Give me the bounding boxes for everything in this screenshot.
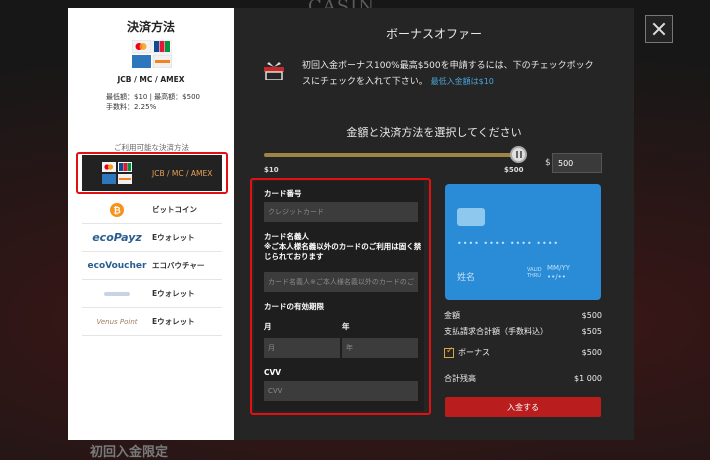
- card-preview: •••• •••• •••• •••• 姓名 VALID THRU MM/YY …: [445, 184, 601, 300]
- deposit-fee: 手数料：2.25%: [106, 103, 157, 111]
- minimum-deposit-note: 最低入金額は$10: [430, 77, 494, 86]
- ecopayz-logo-icon: ecoPayz: [92, 231, 142, 244]
- summary-amount-label: 金額: [444, 311, 460, 320]
- selected-method-name: JCB / MC / AMEX: [117, 75, 185, 84]
- method-label: Eウォレット: [152, 317, 195, 326]
- expiry-format: MM/YY: [547, 264, 570, 272]
- method-row-ecovoucher[interactable]: ecoVoucher エコバウチャー: [82, 252, 222, 280]
- amount-slider[interactable]: [264, 153, 520, 157]
- method-label: ビットコイン: [152, 205, 197, 214]
- deposit-button[interactable]: 入金する: [445, 397, 601, 417]
- expiry-mask: ••/••: [547, 273, 566, 281]
- method-label: Eウォレット: [152, 233, 195, 242]
- expiry-preview: MM/YY ••/••: [547, 264, 570, 282]
- summary-bonus-value: $500: [581, 348, 602, 357]
- summary-balance-value: $1 000: [574, 374, 602, 383]
- currency-symbol: $: [545, 158, 551, 168]
- method-label: Eウォレット: [152, 289, 195, 298]
- card-number-mask: •••• •••• •••• ••••: [457, 239, 560, 248]
- payment-method-panel: 決済方法 JCB / MC / AMEX 最低額：$10 | 最高額：$500 …: [68, 8, 234, 440]
- bonus-description: 初回入金ボーナス100%最高$500を申請するには、下のチェックボックスにチェッ…: [302, 58, 602, 90]
- card-logos-icon: [132, 40, 172, 68]
- payment-method-title: 決済方法: [126, 20, 175, 34]
- selected-method-highlight: [76, 152, 228, 194]
- bonus-label: ボーナス: [458, 348, 490, 357]
- summary-total-label: 支払請求合計額（手数料込）: [444, 327, 548, 336]
- summary-total-value: $505: [581, 327, 602, 336]
- venuspoint-logo-icon: Venus Point: [96, 317, 138, 326]
- summary-balance-label: 合計残高: [444, 374, 476, 383]
- amount-input[interactable]: [552, 153, 602, 173]
- deposit-panel: ボーナスオファー 初回入金ボーナス100%最高$500を申請するには、下のチェッ…: [234, 8, 634, 440]
- gift-icon: [264, 62, 284, 80]
- summary-bonus: ボーナス $500: [444, 346, 602, 358]
- ecovoucher-logo-icon: ecoVoucher: [87, 260, 147, 271]
- background-banner-text: 初回入金限定: [90, 445, 169, 460]
- bonus-offer-title: ボーナスオファー: [385, 27, 482, 41]
- method-label: エコバウチャー: [152, 261, 205, 270]
- method-row-ewallet[interactable]: Eウォレット: [82, 280, 222, 308]
- thru-label: THRU: [527, 273, 541, 279]
- bonus-checkbox-wrap: ボーナス: [444, 346, 490, 358]
- slider-handle[interactable]: [510, 146, 527, 163]
- deposit-limits: 最低額：$10 | 最高額：$500: [106, 93, 200, 101]
- valid-thru-label: VALID THRU: [527, 267, 542, 279]
- svg-text:₿: ₿: [113, 205, 120, 216]
- method-row-venuspoint[interactable]: Venus Point Eウォレット: [82, 308, 222, 336]
- card-holder-preview: 姓名: [457, 273, 476, 283]
- method-row-bitcoin[interactable]: ₿ ビットコイン: [82, 196, 222, 224]
- summary-amount-value: $500: [581, 311, 602, 320]
- ewallet-logo-icon: [104, 291, 130, 296]
- card-form-highlight: [250, 178, 431, 415]
- method-row-ecopayz[interactable]: ecoPayz Eウォレット: [82, 224, 222, 252]
- summary-balance: 合計残高 $1 000: [444, 373, 602, 384]
- slider-min-label: $10: [264, 166, 279, 174]
- close-icon[interactable]: [645, 15, 673, 43]
- summary-amount: 金額 $500: [444, 310, 602, 321]
- bitcoin-icon: ₿: [110, 202, 124, 217]
- slider-max-label: $500: [504, 166, 524, 174]
- summary-total: 支払請求合計額（手数料込） $505: [444, 326, 602, 337]
- bonus-checkbox[interactable]: [444, 346, 454, 358]
- amount-select-title: 金額と決済方法を選択してください: [346, 126, 522, 139]
- deposit-modal: 決済方法 JCB / MC / AMEX 最低額：$10 | 最高額：$500 …: [68, 8, 634, 440]
- card-chip-icon: [457, 208, 485, 226]
